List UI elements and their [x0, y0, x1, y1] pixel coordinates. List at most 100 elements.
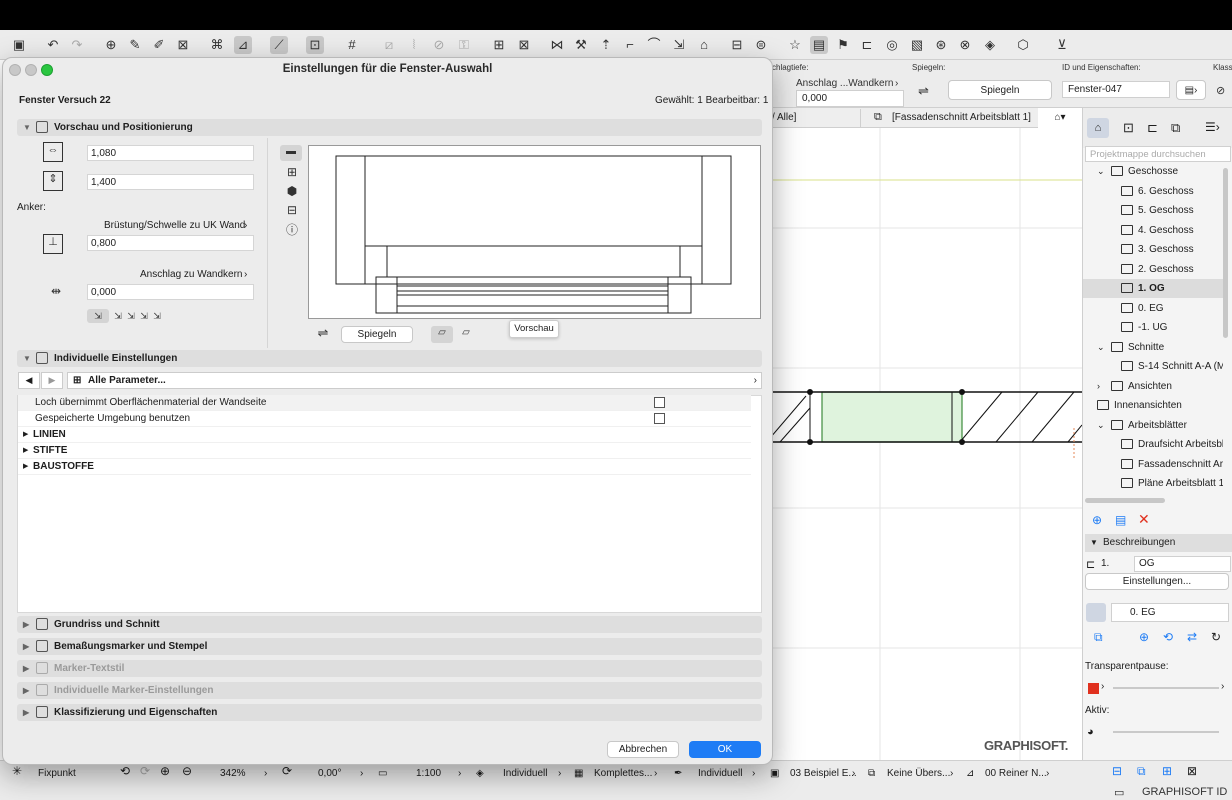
width-field[interactable]: 1,080 [87, 145, 254, 161]
active-slider[interactable] [1113, 731, 1219, 733]
undo-icon[interactable]: ↶ [44, 36, 62, 54]
layout-book-icon[interactable]: ⊏ [1147, 120, 1158, 136]
minimize-window-button[interactable] [25, 64, 37, 76]
parameter-row[interactable]: Gespeicherte Umgebung benutzen [18, 411, 751, 427]
snap-points-icon[interactable]: ⊡ [306, 36, 324, 54]
drawing-canvas[interactable]: GRAPHISOFT. [770, 128, 1082, 760]
view-settings-icon[interactable]: ▤ [1115, 513, 1126, 527]
preview-section-header[interactable]: ▼ Vorschau und Positionierung [17, 119, 762, 136]
move-trace-icon[interactable]: ⊕ [1139, 630, 1149, 644]
renovation-icon[interactable]: ⧉ [868, 767, 875, 780]
classification-section-header[interactable]: ▶ Klassifizierung und Eigenschaften [17, 704, 762, 721]
id-field[interactable]: Fenster-047 [1062, 81, 1170, 98]
fixpoint-label[interactable]: Fixpunkt [38, 767, 76, 780]
descriptions-header[interactable]: ▼ Beschreibungen [1085, 534, 1232, 552]
undo-view-icon[interactable]: ⟲ [120, 765, 130, 778]
chevron-down-icon[interactable]: ⌄ [1097, 416, 1105, 435]
angle-value[interactable]: 0,00° [318, 767, 341, 780]
nav-tree-item[interactable]: 0. EG [1083, 299, 1223, 318]
section-icon[interactable]: ⊟ [728, 36, 746, 54]
transparency-slider[interactable] [1113, 687, 1219, 689]
tab-menu-icon[interactable]: ⌂▾ [1038, 108, 1082, 128]
story-selector-icon[interactable] [1086, 603, 1106, 622]
trace-toggle-icon[interactable]: ⊟ [1112, 765, 1122, 778]
nav-tree-item[interactable]: 4. Geschoss [1083, 221, 1223, 240]
inject-icon[interactable]: ✐ [150, 36, 168, 54]
compare-icon[interactable]: ⧉ [1137, 765, 1146, 778]
reveal-field[interactable]: 0,000 [796, 90, 904, 107]
lock-icon[interactable]: ⚿ [455, 36, 473, 54]
zoom-value[interactable]: 342% [220, 767, 246, 780]
dimension-marker-section-header[interactable]: ▶ Bemaßungsmarker und Stempel [17, 638, 762, 655]
chevron-right-icon[interactable]: › [1097, 377, 1100, 396]
magic-wand-icon[interactable]: ⊠ [174, 36, 192, 54]
nav-tree-item[interactable]: Fassadenschnitt Ar [1083, 455, 1223, 474]
floor-plan-section-header[interactable]: ▶ Grundriss und Schnitt [17, 616, 762, 633]
show-trace-icon[interactable]: ⊘ [430, 36, 448, 54]
pen-set[interactable]: Individuell [698, 767, 742, 780]
next-page-button[interactable]: ▶ [41, 372, 63, 389]
ok-button[interactable]: OK [689, 741, 761, 758]
mirror-button[interactable]: Spiegeln [948, 80, 1052, 100]
move-icon[interactable]: ⇡ [597, 36, 615, 54]
favorites-icon[interactable]: ☆ [786, 36, 804, 54]
nav-tree-item[interactable]: 5. Geschoss [1083, 201, 1223, 220]
nav-tree-item[interactable]: ⌄ Geschosse [1083, 162, 1223, 181]
delete-icon[interactable]: ✕ [1138, 511, 1150, 528]
chevron-down-icon[interactable]: ⌄ [1097, 338, 1105, 357]
parameter-group-row[interactable]: ▶ LINIEN [18, 427, 751, 443]
cancel-button[interactable]: Abbrechen [607, 741, 679, 758]
nav-tree-item[interactable]: 3. Geschoss [1083, 240, 1223, 259]
elevation-view-icon[interactable]: ▬ [280, 145, 302, 161]
reveal-field[interactable]: 0,000 [87, 284, 254, 300]
parameter-group-row[interactable]: ▶ BAUSTOFFE [18, 459, 751, 475]
dimension-icon[interactable]: ⊞ [490, 36, 508, 54]
mirror-button[interactable]: Spiegeln [341, 326, 413, 343]
account-icon[interactable]: ▭ [1114, 786, 1124, 799]
cursor-snap-icon[interactable]: ✳ [12, 765, 22, 778]
nav-tree-item[interactable]: ⌄ Schnitte [1083, 338, 1223, 357]
layer-combo[interactable]: Individuell [503, 767, 547, 780]
navigate-icon[interactable]: ⊻ [1053, 36, 1071, 54]
nav-tree-item[interactable]: S-14 Schnitt A-A (M [1083, 357, 1223, 376]
nav-tree-item[interactable]: Pläne Arbeitsblatt 1 [1083, 474, 1223, 493]
zoom-window-button[interactable] [41, 64, 53, 76]
scale-value[interactable]: 1:100 [416, 767, 441, 780]
structure-display[interactable]: 00 Reiner N... [985, 767, 1047, 780]
opening-side-1-icon[interactable]: ▱ [431, 326, 453, 343]
info-icon[interactable]: ⓘ [285, 223, 299, 237]
teamwork-icon[interactable]: ◎ [883, 36, 901, 54]
chevron-right-icon[interactable]: › [244, 219, 247, 232]
story-dropdown[interactable]: 0. EG [1111, 603, 1229, 622]
guide-line-icon[interactable]: ⊿ [234, 36, 252, 54]
plan-view-icon[interactable]: ⊞ [285, 165, 299, 179]
tab-view-1[interactable]: / Alle] [772, 112, 796, 123]
properties-button[interactable]: ▤› [1176, 80, 1206, 100]
vertical-scrollbar[interactable] [1223, 168, 1228, 338]
redo-view-icon[interactable]: ⟳ [140, 765, 150, 778]
opening-side-2-icon[interactable]: ▱ [456, 326, 476, 343]
view-map-icon[interactable]: ⊡ [1123, 120, 1134, 136]
close-window-button[interactable] [9, 64, 21, 76]
model-view-icon[interactable]: ▦ [574, 767, 583, 780]
redo-icon[interactable]: ↷ [68, 36, 86, 54]
desc-name-field[interactable]: OG [1134, 556, 1231, 572]
parameter-row[interactable]: Loch übernimmt Oberflächenmaterial der W… [18, 395, 751, 411]
nav-tree-item[interactable]: ⌄ Arbeitsblätter [1083, 416, 1223, 435]
classify-icon[interactable]: ⊘ [1216, 84, 1225, 97]
snap-guide-icon[interactable]: ⟋ [270, 36, 288, 54]
parameter-group-row[interactable]: ▶ STIFTE [18, 443, 751, 459]
anchor-option-4-icon[interactable]: ⇲ [137, 309, 151, 323]
swap-trace-icon[interactable]: ⇄ [1187, 630, 1197, 644]
layers-icon[interactable]: ▤ [810, 36, 828, 54]
3d-view-icon[interactable]: ⬢ [285, 184, 299, 198]
section-view-icon[interactable]: ⊟ [285, 203, 299, 217]
renovation-icon[interactable]: ⊏ [858, 36, 876, 54]
save-icon[interactable]: ▣ [10, 36, 28, 54]
zoom-in-icon[interactable]: ⊕ [160, 765, 170, 778]
resize-icon[interactable]: ⇲ [670, 36, 688, 54]
override-icon[interactable]: ▣ [770, 767, 779, 780]
nav-tree-item[interactable]: Draufsicht Arbeitsbl [1083, 435, 1223, 454]
trace-ref-icon[interactable]: ⧉ [1094, 630, 1103, 645]
flip-icon[interactable]: ⊠ [1187, 765, 1197, 778]
